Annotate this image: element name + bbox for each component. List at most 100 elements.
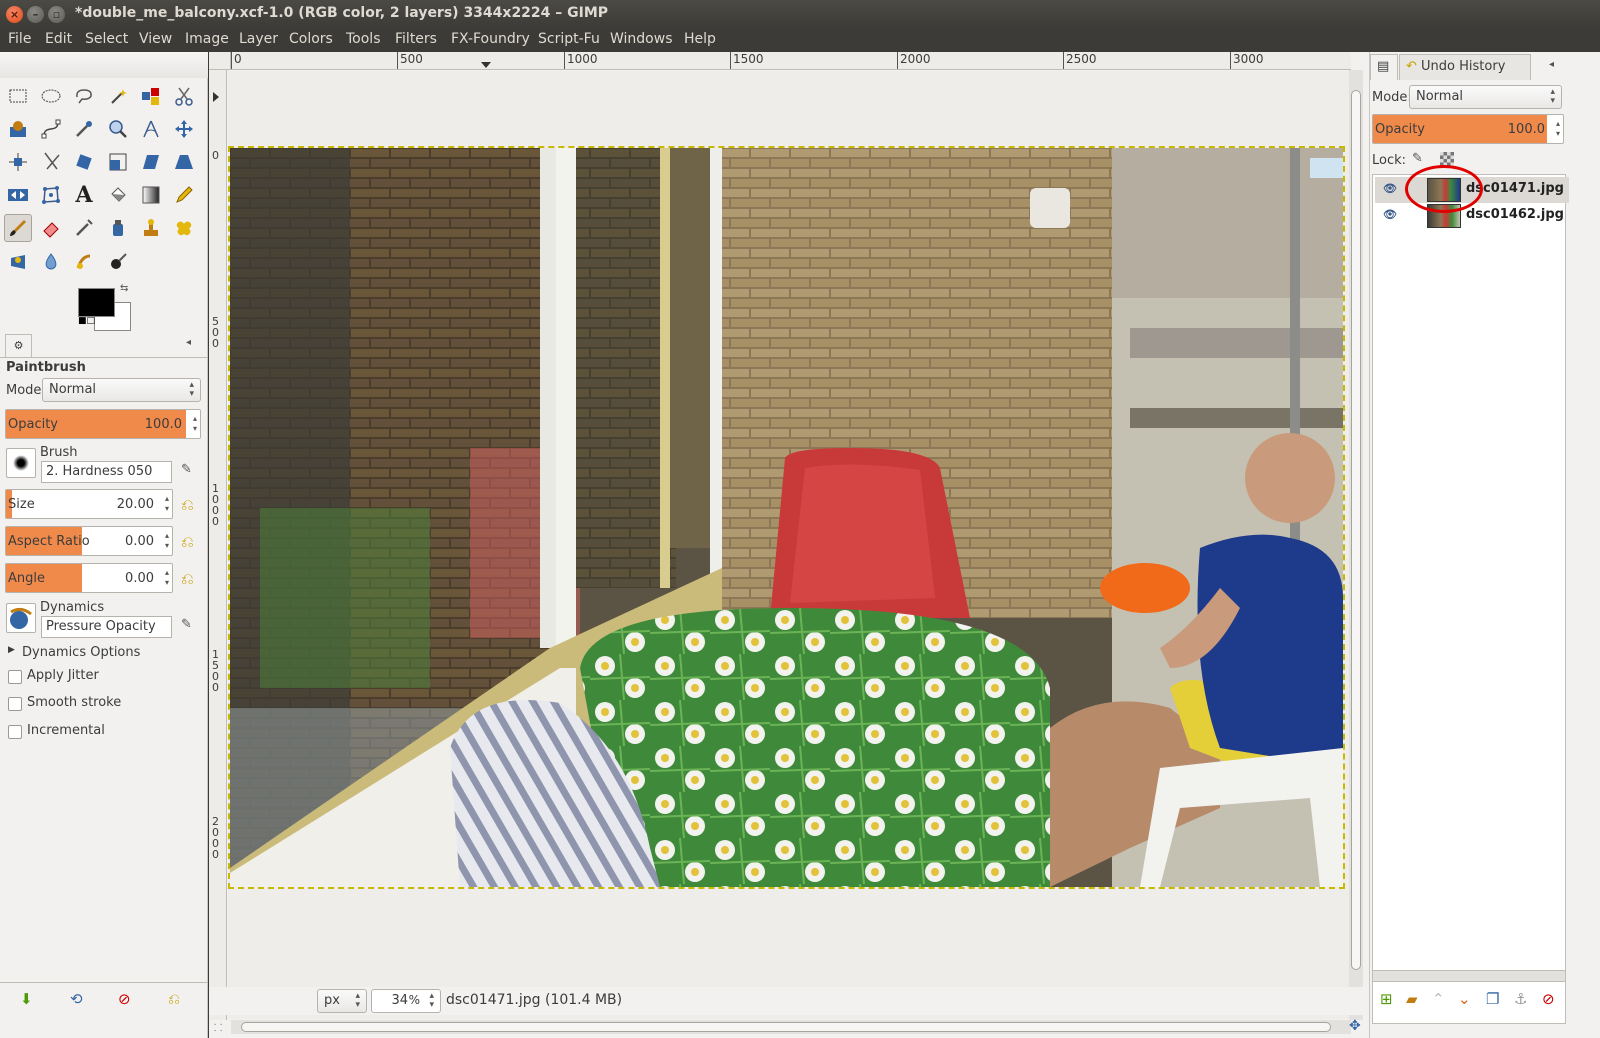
- eraser-icon[interactable]: [37, 214, 65, 242]
- dynamics-preview[interactable]: [6, 603, 36, 633]
- foreground-color-swatch-top[interactable]: [78, 288, 115, 317]
- paintbrush-icon[interactable]: [4, 214, 32, 242]
- vertical-scroll-thumb[interactable]: [1351, 90, 1361, 970]
- aspect-ratio-slider[interactable]: Aspect Ratio 0.00 ▴ ▾: [5, 526, 173, 556]
- new-layer-group-icon[interactable]: ▰: [1406, 990, 1418, 1008]
- menu-file[interactable]: File: [8, 31, 31, 47]
- quick-mask-icon[interactable]: ⸬: [214, 1020, 222, 1034]
- free-select-icon[interactable]: [70, 82, 98, 110]
- minimize-window-icon[interactable]: –: [27, 6, 44, 23]
- move-icon[interactable]: [170, 115, 198, 143]
- delete-layer-icon[interactable]: ⊘: [1542, 990, 1555, 1008]
- spin-arrows-icon[interactable]: ▴ ▾: [193, 414, 197, 434]
- pencil-icon[interactable]: [170, 181, 198, 209]
- apply-jitter-checkbox[interactable]: [8, 670, 22, 684]
- spin-arrows-icon[interactable]: ▴ ▾: [165, 531, 169, 551]
- vertical-ruler[interactable]: 0 500 1000 1500 2000: [209, 70, 227, 1020]
- perspective-clone-icon[interactable]: [4, 248, 32, 276]
- spin-arrows-icon[interactable]: ▴ ▾: [165, 568, 169, 588]
- scissors-select-icon[interactable]: [170, 82, 198, 110]
- flip-icon[interactable]: [4, 181, 32, 209]
- blur-icon[interactable]: [37, 248, 65, 276]
- panel-menu-icon[interactable]: ◂: [186, 337, 191, 348]
- cage-transform-icon[interactable]: [37, 181, 65, 209]
- dodge-burn-icon[interactable]: [104, 248, 132, 276]
- close-window-icon[interactable]: ×: [6, 6, 23, 23]
- lock-pixels-icon[interactable]: ✎: [1412, 151, 1423, 166]
- scale-icon[interactable]: [104, 148, 132, 176]
- zoom-select[interactable]: 34 % ▴ ▾: [371, 989, 441, 1013]
- menu-windows[interactable]: Windows: [610, 31, 673, 47]
- rotate-icon[interactable]: [70, 148, 98, 176]
- blend-icon[interactable]: [137, 181, 165, 209]
- mode-select[interactable]: Normal ▴ ▾: [42, 378, 201, 402]
- menu-colors[interactable]: Colors: [289, 31, 333, 47]
- raise-layer-icon[interactable]: ⌃: [1432, 990, 1445, 1008]
- foreground-select-icon[interactable]: [4, 115, 32, 143]
- opacity-slider[interactable]: Opacity 100.0 ▴ ▾: [5, 409, 201, 439]
- color-picker-icon[interactable]: [70, 115, 98, 143]
- reset-options-icon[interactable]: ⎌: [168, 990, 180, 1008]
- expander-arrow-icon[interactable]: ▶: [8, 645, 15, 655]
- edit-dynamics-icon[interactable]: ✎: [181, 617, 192, 632]
- reset-angle-icon[interactable]: ⎌: [181, 569, 194, 589]
- menu-image[interactable]: Image: [185, 31, 229, 47]
- image-canvas[interactable]: [228, 146, 1345, 889]
- smooth-stroke-checkbox[interactable]: [8, 697, 22, 711]
- undo-history-tab[interactable]: ↶ Undo History: [1399, 54, 1531, 80]
- reset-aspect-icon[interactable]: ⎌: [181, 532, 194, 552]
- brush-preview[interactable]: [6, 448, 36, 478]
- menu-filters[interactable]: Filters: [395, 31, 437, 47]
- swap-colors-icon[interactable]: ⇆: [120, 283, 128, 294]
- layers-hscrollbar[interactable]: [1372, 970, 1566, 982]
- reset-size-icon[interactable]: ⎌: [181, 495, 194, 515]
- horizontal-scrollbar[interactable]: [231, 1020, 1351, 1034]
- size-slider[interactable]: Size 20.00 ▴ ▾: [5, 489, 173, 519]
- measure-icon[interactable]: [137, 115, 165, 143]
- unit-select[interactable]: px ▴ ▾: [317, 989, 367, 1013]
- shear-icon[interactable]: [137, 148, 165, 176]
- fuzzy-select-icon[interactable]: [104, 82, 132, 110]
- visibility-eye-icon[interactable]: 👁: [1383, 208, 1397, 221]
- menu-edit[interactable]: Edit: [45, 31, 72, 47]
- layer-mode-select[interactable]: Normal ▴ ▾: [1409, 85, 1562, 109]
- menu-help[interactable]: Help: [684, 31, 716, 47]
- layer-opacity-slider[interactable]: Opacity 100.0 ▴ ▾: [1372, 114, 1564, 144]
- clone-icon[interactable]: [137, 214, 165, 242]
- visibility-eye-icon[interactable]: 👁: [1383, 182, 1397, 195]
- horizontal-ruler[interactable]: 0 500 1000 1500 2000 2500 3000: [231, 52, 1351, 70]
- crop-icon[interactable]: [37, 148, 65, 176]
- duplicate-layer-icon[interactable]: ❐: [1486, 990, 1499, 1008]
- lower-layer-icon[interactable]: ⌄: [1458, 990, 1471, 1008]
- perspective-icon[interactable]: [170, 148, 198, 176]
- dynamics-options-expander[interactable]: Dynamics Options: [22, 645, 140, 660]
- layers-tab-icon[interactable]: ▤: [1370, 54, 1398, 80]
- maximize-window-icon[interactable]: ▫: [48, 6, 65, 23]
- menu-script-fu[interactable]: Script-Fu: [538, 31, 600, 47]
- ink-icon[interactable]: [104, 214, 132, 242]
- incremental-checkbox[interactable]: [8, 725, 22, 739]
- menu-fx-foundry[interactable]: FX-Foundry: [451, 31, 530, 47]
- paths-icon[interactable]: [37, 115, 65, 143]
- edit-brush-icon[interactable]: ✎: [181, 462, 192, 477]
- restore-options-icon[interactable]: ⟲: [70, 990, 83, 1008]
- bucket-fill-icon[interactable]: [104, 181, 132, 209]
- dock-menu-icon[interactable]: ◂: [1549, 59, 1554, 70]
- anchor-layer-icon[interactable]: ⚓: [1514, 990, 1527, 1008]
- lock-alpha-icon[interactable]: [1440, 152, 1454, 166]
- angle-slider[interactable]: Angle 0.00 ▴ ▾: [5, 563, 173, 593]
- reset-colors-icon[interactable]: ■□: [78, 316, 95, 326]
- dynamics-field[interactable]: Pressure Opacity: [41, 616, 172, 638]
- delete-options-icon[interactable]: ⊘: [118, 990, 131, 1008]
- rect-select-icon[interactable]: [4, 82, 32, 110]
- menu-tools[interactable]: Tools: [346, 31, 381, 47]
- save-options-icon[interactable]: ⬇: [20, 990, 33, 1008]
- brush-name-field[interactable]: 2. Hardness 050: [41, 461, 172, 483]
- heal-icon[interactable]: [170, 214, 198, 242]
- menu-select[interactable]: Select: [85, 31, 128, 47]
- menu-layer[interactable]: Layer: [239, 31, 278, 47]
- tool-options-tab-icon[interactable]: ⚙: [5, 334, 32, 358]
- menu-view[interactable]: View: [139, 31, 172, 47]
- horizontal-scroll-thumb[interactable]: [241, 1022, 1331, 1032]
- ellipse-select-icon[interactable]: [37, 82, 65, 110]
